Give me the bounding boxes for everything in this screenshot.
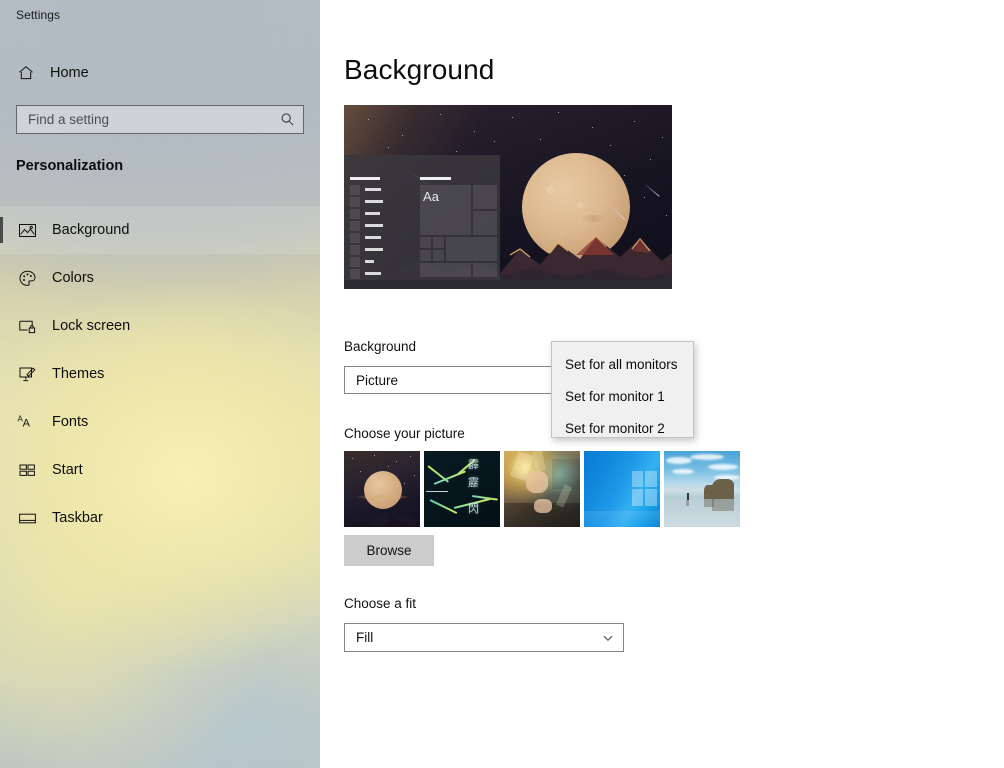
sidebar-item-colors[interactable]: Colors (0, 254, 320, 302)
sidebar-item-lock-screen-label: Lock screen (52, 318, 131, 334)
taskbar-icon (16, 507, 38, 529)
thumbnail-windows-default[interactable] (584, 451, 660, 527)
page-title: Background (344, 54, 495, 85)
sidebar-item-taskbar[interactable]: Taskbar (0, 494, 320, 542)
preview-applist-header (350, 177, 380, 180)
choose-picture-label: Choose your picture (344, 426, 465, 441)
app-title: Settings (16, 8, 61, 22)
thumbnail-moon-mountains[interactable] (344, 451, 420, 527)
svg-text:A: A (22, 417, 30, 429)
picture-thumbnail-list: 霹 靂 閃 (344, 451, 740, 527)
start-tiles-icon (16, 459, 38, 481)
sidebar-item-home[interactable]: Home (0, 58, 320, 88)
lock-screen-icon (16, 315, 38, 337)
preview-app-list (350, 155, 396, 280)
preview-tile (446, 237, 497, 261)
search-input[interactable] (28, 112, 279, 127)
thumbnail-beach-rock-arch[interactable] (664, 451, 740, 527)
background-label: Background (344, 339, 417, 354)
fit-dropdown[interactable]: Fill (344, 623, 624, 652)
fit-value: Fill (356, 630, 374, 645)
preview-start-menu: Aa (344, 155, 500, 280)
sidebar-item-taskbar-label: Taskbar (52, 510, 103, 526)
preview-tile (473, 211, 497, 235)
sidebar-nav: Background Colors Lock screen Themes A A… (0, 206, 320, 542)
preview-tiles-header (420, 177, 451, 180)
preview-tile (473, 185, 497, 209)
palette-icon (16, 267, 38, 289)
preview-tile (473, 263, 497, 277)
brush-icon (16, 363, 38, 385)
sidebar-item-colors-label: Colors (52, 270, 94, 286)
preview-tile (420, 263, 471, 277)
sidebar-item-home-label: Home (50, 65, 89, 81)
menu-item-set-monitor-2[interactable]: Set for monitor 2 (552, 412, 693, 444)
sidebar-item-start-label: Start (52, 462, 83, 478)
sidebar-item-themes-label: Themes (52, 366, 105, 382)
sidebar: Settings Home Find a setting Personaliza… (0, 0, 320, 768)
browse-button[interactable]: Browse (344, 535, 434, 566)
font-icon: A A (16, 411, 38, 433)
preview-tile-text: Aa (423, 189, 439, 204)
search-box[interactable] (16, 105, 304, 134)
sidebar-item-background[interactable]: Background (0, 206, 320, 254)
preview-taskbar (344, 280, 672, 289)
picture-icon (16, 219, 38, 241)
choose-fit-label: Choose a fit (344, 596, 417, 611)
preview-tile (420, 250, 431, 261)
windows-logo-icon (632, 471, 658, 507)
search-container (16, 105, 304, 134)
preview-tile (420, 237, 431, 248)
thumbnail-kanji-char: 靂 (468, 476, 479, 489)
monitor-context-menu: Set for all monitors Set for monitor 1 S… (551, 341, 694, 438)
sidebar-group-title: Personalization (16, 158, 124, 174)
settings-window: Settings Home Find a setting Personaliza… (0, 0, 1004, 768)
sidebar-item-fonts[interactable]: A A Fonts (0, 398, 320, 446)
thumbnail-kanji-char: 霹 (468, 458, 479, 471)
sidebar-item-background-label: Background (52, 222, 130, 238)
preview-tile (433, 250, 444, 261)
menu-item-set-monitor-1[interactable]: Set for monitor 1 (552, 380, 693, 412)
thumbnail-figure (687, 493, 689, 500)
thumbnail-anime-character[interactable] (504, 451, 580, 527)
thumbnail-kanji-char: 閃 (468, 502, 479, 515)
desktop-preview: Aa (344, 105, 672, 289)
search-icon[interactable] (279, 112, 295, 128)
sidebar-item-start[interactable]: Start (0, 446, 320, 494)
thumbnail-kanji-lightning[interactable]: 霹 靂 閃 (424, 451, 500, 527)
menu-item-set-all-monitors[interactable]: Set for all monitors (552, 348, 693, 380)
chevron-down-icon (601, 631, 615, 645)
sidebar-item-themes[interactable]: Themes (0, 350, 320, 398)
home-icon (16, 63, 36, 83)
sidebar-item-fonts-label: Fonts (52, 414, 89, 430)
preview-tile (433, 237, 444, 248)
sidebar-item-lock-screen[interactable]: Lock screen (0, 302, 320, 350)
